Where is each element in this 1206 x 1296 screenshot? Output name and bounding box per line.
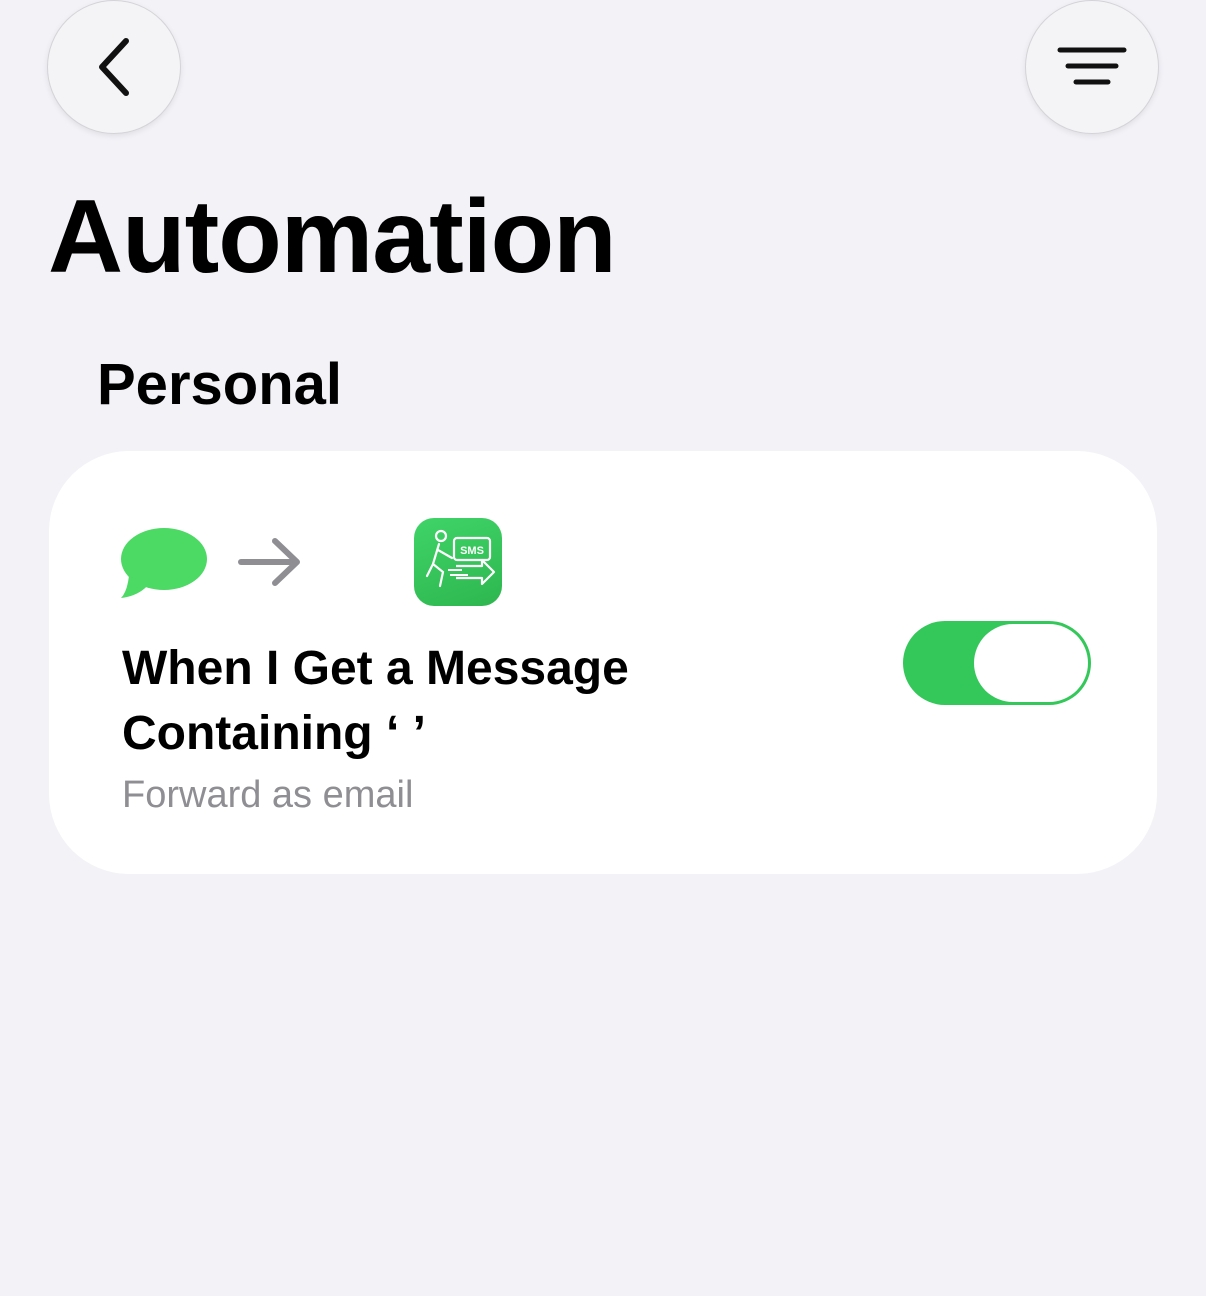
filter-button[interactable] xyxy=(1025,0,1159,134)
automation-toggle[interactable] xyxy=(903,621,1091,705)
message-bubble-icon xyxy=(121,528,207,598)
page-title: Automation xyxy=(48,179,617,295)
filter-lines-icon xyxy=(1057,47,1127,85)
section-title: Personal xyxy=(97,352,342,417)
toggle-knob xyxy=(974,624,1088,702)
sms-forward-app-icon: SMS xyxy=(414,518,502,606)
automation-icons: SMS xyxy=(119,517,502,607)
sms-forward-glyph-icon: SMS xyxy=(425,529,496,588)
chevron-left-icon xyxy=(99,38,129,96)
arrow-right-icon xyxy=(238,538,300,586)
back-button[interactable] xyxy=(47,0,181,134)
automation-title: When I Get a Message Containing ‘ ’ xyxy=(122,642,629,760)
automation-card[interactable]: SMS When I Get a Message Containing ‘ ’ … xyxy=(49,451,1157,874)
automation-subtitle: Forward as email xyxy=(122,774,414,816)
svg-text:SMS: SMS xyxy=(460,545,484,557)
